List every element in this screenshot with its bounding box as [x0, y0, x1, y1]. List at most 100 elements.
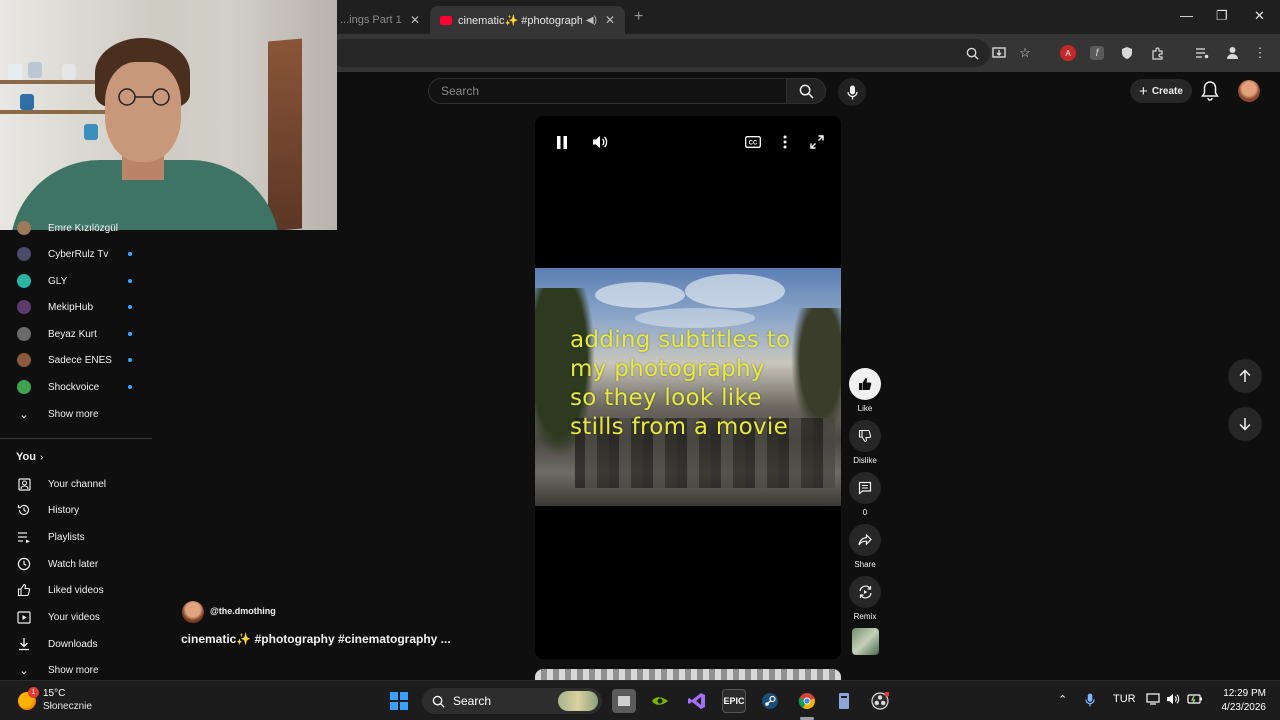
media-controls-icon[interactable] — [1192, 43, 1212, 63]
subscription-label: Beyaz Kurt — [48, 328, 97, 340]
app-icon[interactable] — [832, 689, 856, 713]
like-button[interactable]: Like — [849, 368, 881, 413]
dislike-label: Dislike — [853, 456, 877, 465]
subtitle-line: my photography — [570, 356, 765, 382]
nvidia-icon[interactable] — [648, 689, 672, 713]
windows-start-icon[interactable] — [390, 692, 408, 710]
voice-search-button[interactable] — [838, 78, 866, 106]
history-icon — [16, 502, 32, 518]
sidebar-item-your-channel[interactable]: Your channel — [0, 471, 152, 497]
shorts-player[interactable]: CC adding subtitles to my photography so… — [535, 116, 841, 659]
jar — [28, 62, 42, 78]
browser-tab-active[interactable]: cinematic✨ #photography ◀) ✕ — [430, 6, 625, 34]
you-section-header[interactable]: You › — [0, 444, 152, 470]
channel-avatar[interactable] — [182, 601, 204, 623]
sidebar-subscription-item[interactable]: Emre Kızılözgül — [0, 220, 152, 236]
microphone-icon[interactable] — [1085, 693, 1095, 710]
taskbar-search[interactable]: Search — [422, 688, 602, 714]
remix-button[interactable]: Remix — [849, 576, 881, 621]
bookmark-star-icon[interactable]: ☆ — [1015, 43, 1035, 63]
short-title[interactable]: cinematic✨ #photography #cinematography … — [181, 632, 451, 646]
next-short-button[interactable] — [1228, 407, 1262, 441]
taskview-icon[interactable] — [612, 689, 636, 713]
channel-handle[interactable]: @the.dmothing — [210, 606, 276, 616]
weather-condition[interactable]: Słonecznie — [43, 701, 92, 712]
browser-menu-icon[interactable]: ⋮ — [1250, 43, 1270, 63]
minimize-icon[interactable]: — — [1180, 8, 1193, 23]
sidebar-subscription-item[interactable]: Beyaz Kurt — [0, 321, 152, 347]
sidebar-item-downloads[interactable]: Downloads — [0, 631, 152, 657]
sidebar-item-playlists[interactable]: Playlists — [0, 524, 152, 550]
close-window-icon[interactable]: ✕ — [1254, 8, 1265, 24]
new-content-dot — [128, 252, 132, 256]
notifications-bell-icon[interactable] — [1200, 80, 1220, 102]
weather-temperature[interactable]: 15°C — [43, 688, 65, 699]
sidebar-subscription-item[interactable]: Shockvoice — [0, 374, 152, 400]
tab-audio-icon[interactable]: ◀) — [586, 15, 597, 26]
extensions-puzzle-icon[interactable] — [1147, 43, 1167, 63]
sidebar-item-liked-videos[interactable]: Liked videos — [0, 577, 152, 603]
previous-short-button[interactable] — [1228, 359, 1262, 393]
sidebar-item-label: Downloads — [48, 638, 98, 650]
chrome-icon[interactable] — [795, 689, 819, 713]
share-button[interactable]: Share — [849, 524, 881, 569]
search-input[interactable]: Search — [428, 78, 786, 104]
tab-close-icon[interactable]: ✕ — [410, 13, 420, 27]
share-label: Share — [854, 560, 876, 569]
install-app-icon[interactable] — [989, 43, 1009, 63]
captions-icon[interactable]: CC — [744, 133, 762, 151]
show-more-subscriptions[interactable]: ⌄ Show more — [0, 401, 152, 427]
clock-time[interactable]: 12:29 PM — [1218, 688, 1266, 699]
channel-avatar — [16, 273, 32, 289]
new-tab-icon[interactable]: + — [634, 8, 643, 26]
jar — [8, 64, 22, 80]
volume-icon[interactable] — [591, 133, 609, 151]
video-subtitle: adding subtitles to my photography so th… — [570, 326, 830, 442]
sidebar-subscription-item[interactable]: CyberRulz Tv — [0, 241, 152, 267]
language-indicator[interactable]: TUR — [1113, 693, 1136, 705]
extension-f-icon[interactable]: f — [1087, 43, 1107, 63]
more-options-icon[interactable] — [776, 133, 794, 151]
channel-icon — [16, 476, 32, 492]
taskbar-search-label: Search — [453, 694, 492, 708]
video-frame: adding subtitles to my photography so th… — [535, 268, 841, 506]
epic-games-icon[interactable]: EPIC — [722, 689, 746, 713]
remix-icon — [849, 576, 881, 608]
search-button[interactable] — [786, 78, 826, 104]
speaker-icon[interactable] — [1166, 693, 1180, 708]
create-button[interactable]: + Create — [1130, 79, 1192, 103]
account-avatar[interactable] — [1238, 80, 1260, 102]
network-icon[interactable] — [1146, 693, 1160, 708]
tray-overflow-chevron-icon[interactable]: ⌃ — [1058, 693, 1067, 706]
obs-icon[interactable] — [868, 689, 892, 713]
sidebar-item-history[interactable]: History — [0, 497, 152, 523]
fullscreen-icon[interactable] — [808, 133, 826, 151]
zoom-icon[interactable] — [962, 43, 982, 63]
restore-icon[interactable]: ❐ — [1216, 8, 1228, 24]
sound-thumbnail[interactable] — [852, 628, 879, 655]
microphone-icon — [846, 85, 858, 99]
sidebar-item-your-videos[interactable]: Your videos — [0, 604, 152, 630]
browser-tab[interactable]: ...ings Part 15 ✕ — [330, 6, 430, 34]
screen: ...ings Part 15 ✕ cinematic✨ #photograph… — [0, 0, 1280, 720]
comments-button[interactable]: 0 — [849, 472, 881, 517]
extension-badge-icon[interactable]: A — [1058, 43, 1078, 63]
subscription-label: Emre Kızılözgül — [48, 222, 119, 234]
sidebar-subscription-item[interactable]: GLY — [0, 268, 152, 294]
tab-close-icon[interactable]: ✕ — [605, 13, 615, 27]
sidebar-item-watch-later[interactable]: Watch later — [0, 551, 152, 577]
dislike-button[interactable]: Dislike — [849, 420, 881, 465]
shield-extension-icon[interactable] — [1117, 43, 1137, 63]
sidebar-item-label: Watch later — [48, 558, 99, 570]
address-bar[interactable] — [330, 39, 990, 67]
sidebar-subscription-item[interactable]: Sadece ENES — [0, 347, 152, 373]
steam-icon[interactable] — [758, 689, 782, 713]
chevron-down-icon: ⌄ — [19, 664, 29, 677]
visual-studio-icon[interactable] — [685, 689, 709, 713]
profile-icon[interactable] — [1222, 43, 1242, 63]
sidebar-subscription-item[interactable]: MekipHub — [0, 294, 152, 320]
clock-date[interactable]: 4/23/2026 — [1214, 702, 1267, 713]
pause-icon[interactable] — [553, 133, 571, 151]
shelf — [0, 110, 120, 114]
battery-icon[interactable] — [1187, 693, 1203, 708]
